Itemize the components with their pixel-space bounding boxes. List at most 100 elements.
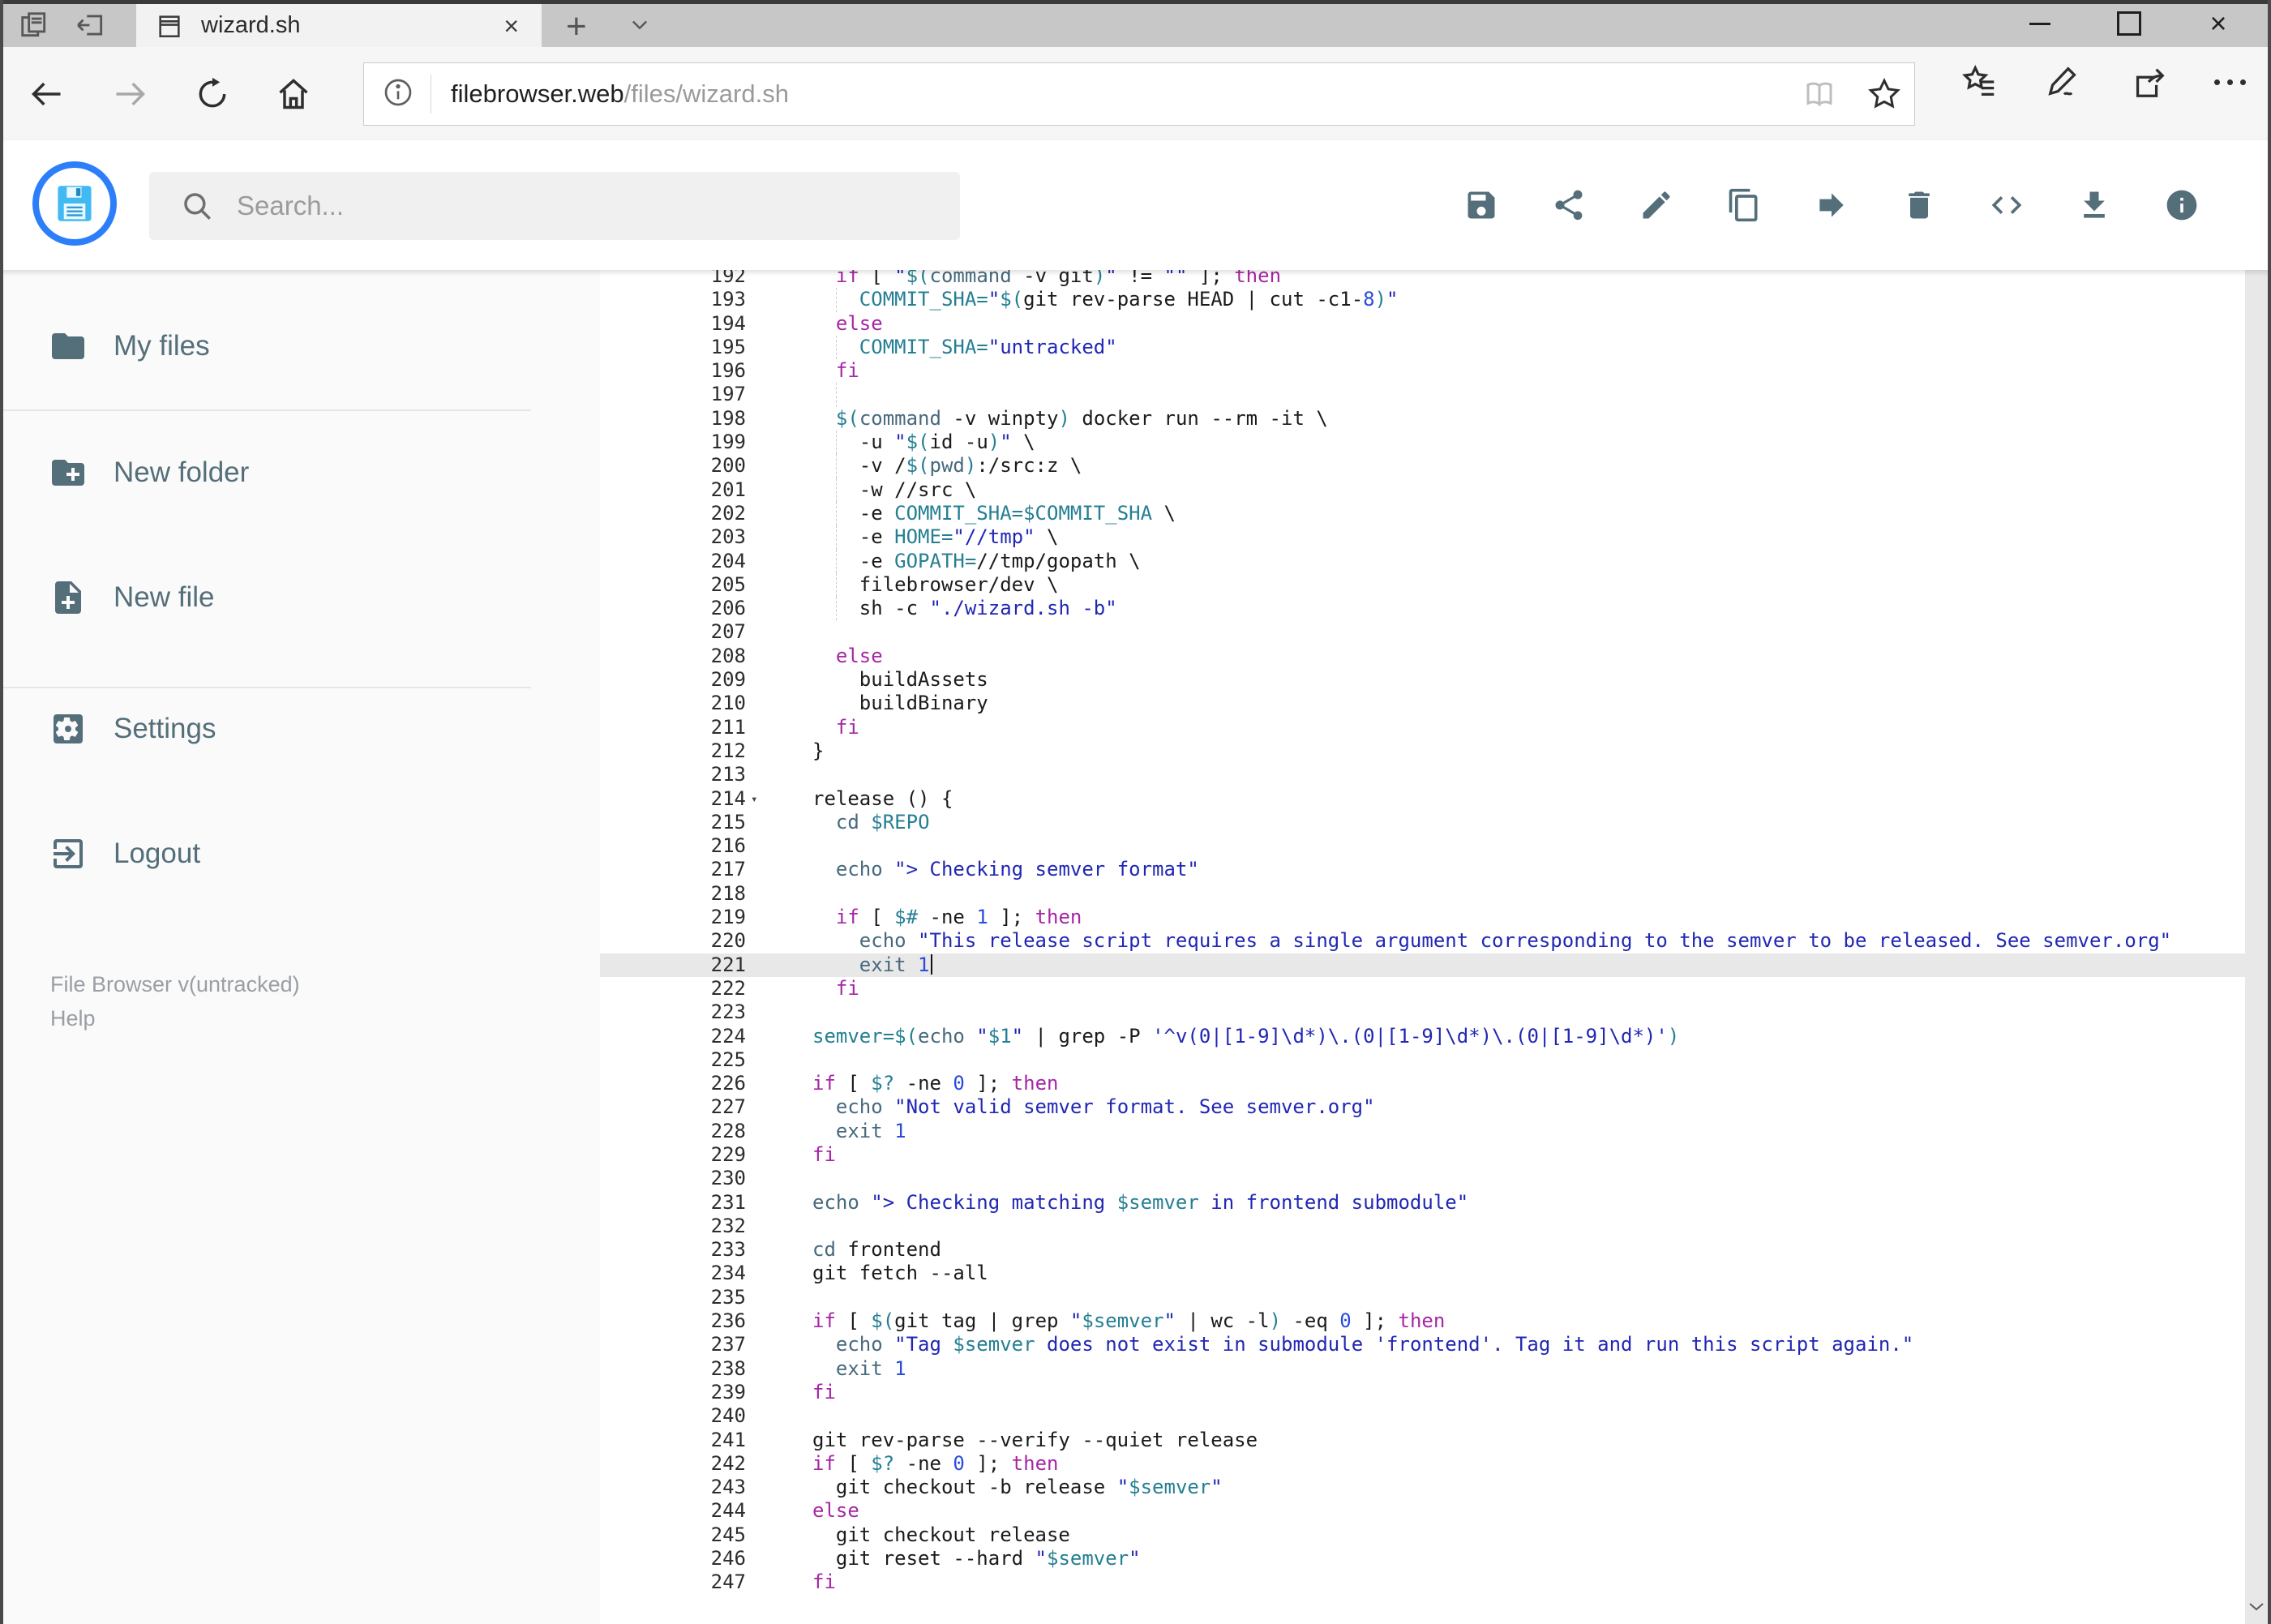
- code-line[interactable]: 206 sh -c "./wizard.sh -b": [600, 597, 2246, 621]
- code-line[interactable]: 223: [600, 1001, 2246, 1024]
- sidebar-item-logout[interactable]: Logout: [0, 828, 568, 880]
- code-line[interactable]: 241 git rev-parse --verify --quiet releas…: [600, 1429, 2246, 1452]
- search-box[interactable]: [149, 172, 960, 240]
- search-input[interactable]: [235, 190, 919, 222]
- code-line[interactable]: 221 exit 1: [600, 953, 2246, 977]
- code-line[interactable]: 213: [600, 763, 2246, 786]
- code-line[interactable]: 232: [600, 1215, 2246, 1238]
- download-icon[interactable]: [2076, 187, 2112, 223]
- sidebar-item-my-files[interactable]: My files: [0, 320, 568, 372]
- code-line[interactable]: 201 -w //src \: [600, 478, 2246, 502]
- back-icon[interactable]: [29, 76, 65, 112]
- source-view-icon[interactable]: [1989, 187, 2025, 223]
- code-line[interactable]: 229 fi: [600, 1143, 2246, 1167]
- code-line[interactable]: 244 else: [600, 1499, 2246, 1523]
- code-line[interactable]: 216: [600, 834, 2246, 858]
- code-editor[interactable]: 192 if [ "$(command -v git)" != "" ]; th…: [600, 270, 2246, 1624]
- move-arrow-icon[interactable]: [1814, 187, 1849, 223]
- code-line[interactable]: 226 if [ $? -ne 0 ]; then: [600, 1072, 2246, 1095]
- code-line[interactable]: 204 -e GOPATH=//tmp/gopath \: [600, 549, 2246, 573]
- code-line[interactable]: 220 echo "This release script requires a…: [600, 929, 2246, 953]
- site-info-icon[interactable]: [382, 76, 414, 113]
- rename-pencil-icon[interactable]: [1639, 187, 1674, 223]
- code-line[interactable]: 242 if [ $? -ne 0 ]; then: [600, 1452, 2246, 1476]
- code-line[interactable]: 209 buildAssets: [600, 668, 2246, 692]
- tab-preview-icon[interactable]: [18, 10, 50, 41]
- code-line[interactable]: 222 fi: [600, 977, 2246, 1001]
- share-icon[interactable]: [2130, 63, 2167, 101]
- code-line[interactable]: 210 buildBinary: [600, 692, 2246, 715]
- reading-view-icon[interactable]: [1802, 77, 1836, 111]
- code-line[interactable]: 197: [600, 383, 2246, 407]
- code-line[interactable]: 243 git checkout -b release "$semver": [600, 1476, 2246, 1499]
- tab-close-icon[interactable]: ×: [503, 13, 519, 39]
- filebrowser-logo-icon[interactable]: [32, 161, 117, 246]
- sidebar-item-settings[interactable]: Settings: [0, 703, 568, 755]
- browser-tab[interactable]: wizard.sh ×: [136, 4, 542, 47]
- code-line[interactable]: 192 if [ "$(command -v git)" != "" ]; th…: [600, 270, 2246, 288]
- code-line[interactable]: 247 fi: [600, 1570, 2246, 1594]
- code-line[interactable]: 228 exit 1: [600, 1120, 2246, 1143]
- code-line[interactable]: 238 exit 1: [600, 1357, 2246, 1381]
- code-line[interactable]: 217 echo "> Checking semver format": [600, 858, 2246, 881]
- code-line[interactable]: 199 -u "$(id -u)" \: [600, 431, 2246, 455]
- code-line[interactable]: 225: [600, 1048, 2246, 1072]
- minimize-button[interactable]: [1995, 0, 2085, 47]
- share-file-icon[interactable]: [1551, 187, 1587, 223]
- code-line[interactable]: 212}: [600, 739, 2246, 763]
- home-icon[interactable]: [276, 76, 311, 112]
- scroll-down-icon[interactable]: [2247, 1596, 2266, 1616]
- code-line[interactable]: 219 if [ $# -ne 1 ]; then: [600, 906, 2246, 929]
- url-text[interactable]: filebrowser.web/files/wizard.sh: [451, 79, 789, 109]
- url-box[interactable]: filebrowser.web/files/wizard.sh: [363, 62, 1915, 126]
- code-line[interactable]: 195 COMMIT_SHA="untracked": [600, 335, 2246, 360]
- code-line[interactable]: 227 echo "Not valid semver format. See s…: [600, 1095, 2246, 1119]
- code-line[interactable]: 194 else: [600, 312, 2246, 336]
- sidebar-item-new-file[interactable]: New file: [0, 572, 568, 623]
- annotate-pen-icon[interactable]: [2046, 63, 2083, 101]
- hub-favorites-icon[interactable]: [1961, 63, 1999, 101]
- tab-list-chevron-icon[interactable]: [626, 13, 653, 36]
- info-icon[interactable]: [2164, 187, 2200, 223]
- copy-icon[interactable]: [1726, 187, 1762, 223]
- code-line[interactable]: 239 fi: [600, 1381, 2246, 1404]
- code-line[interactable]: 245 git checkout release: [600, 1523, 2246, 1547]
- close-button[interactable]: ×: [2174, 0, 2263, 47]
- sidebar-item-new-folder[interactable]: New folder: [0, 447, 568, 499]
- favorite-star-icon[interactable]: [1867, 77, 1901, 111]
- page-scrollbar[interactable]: [2245, 144, 2268, 1624]
- code-line[interactable]: 236 if [ $(git tag | grep "$semver" | wc …: [600, 1309, 2246, 1333]
- code-line[interactable]: 196 fi: [600, 359, 2246, 383]
- new-tab-button[interactable]: +: [566, 6, 587, 47]
- code-line[interactable]: 231 echo "> Checking matching $semver in …: [600, 1191, 2246, 1215]
- code-line[interactable]: 224 semver=$(echo "$1" | grep -P '^v(0|[1…: [600, 1025, 2246, 1048]
- code-line[interactable]: 193 COMMIT_SHA="$(git rev-parse HEAD | c…: [600, 288, 2246, 312]
- save-icon[interactable]: [1463, 187, 1499, 223]
- set-tabs-aside-icon[interactable]: [75, 10, 107, 41]
- code-line[interactable]: 237 echo "Tag $semver does not exist in …: [600, 1333, 2246, 1356]
- browser-menu-icon[interactable]: [2214, 63, 2252, 101]
- code-line[interactable]: 198 $(command -v winpty) docker run --rm…: [600, 407, 2246, 431]
- code-line[interactable]: 203 -e HOME="//tmp" \: [600, 525, 2246, 550]
- help-link[interactable]: Help: [50, 1001, 300, 1035]
- code-line[interactable]: 215 cd $REPO: [600, 811, 2246, 834]
- code-line[interactable]: 218: [600, 882, 2246, 906]
- forward-icon[interactable]: [112, 76, 148, 112]
- code-line[interactable]: 233 cd frontend: [600, 1238, 2246, 1262]
- code-line[interactable]: 246 git reset --hard "$semver": [600, 1547, 2246, 1570]
- code-line[interactable]: 205 filebrowser/dev \: [600, 572, 2246, 598]
- code-line[interactable]: 214 ▾ release () {: [600, 787, 2246, 811]
- code-line[interactable]: 211 fi: [600, 716, 2246, 739]
- code-line[interactable]: 208 else: [600, 645, 2246, 668]
- maximize-button[interactable]: [2085, 0, 2174, 47]
- code-line[interactable]: 235: [600, 1286, 2246, 1309]
- fold-arrow-icon[interactable]: ▾: [751, 788, 757, 812]
- delete-trash-icon[interactable]: [1901, 187, 1937, 223]
- code-line[interactable]: 230: [600, 1167, 2246, 1190]
- code-line[interactable]: 240: [600, 1404, 2246, 1428]
- code-line[interactable]: 200 -v /$(pwd):/src:z \: [600, 454, 2246, 478]
- refresh-icon[interactable]: [195, 76, 230, 112]
- code-line[interactable]: 202 -e COMMIT_SHA=$COMMIT_SHA \: [600, 501, 2246, 526]
- code-line[interactable]: 234 git fetch --all: [600, 1262, 2246, 1285]
- code-line[interactable]: 207: [600, 620, 2246, 644]
